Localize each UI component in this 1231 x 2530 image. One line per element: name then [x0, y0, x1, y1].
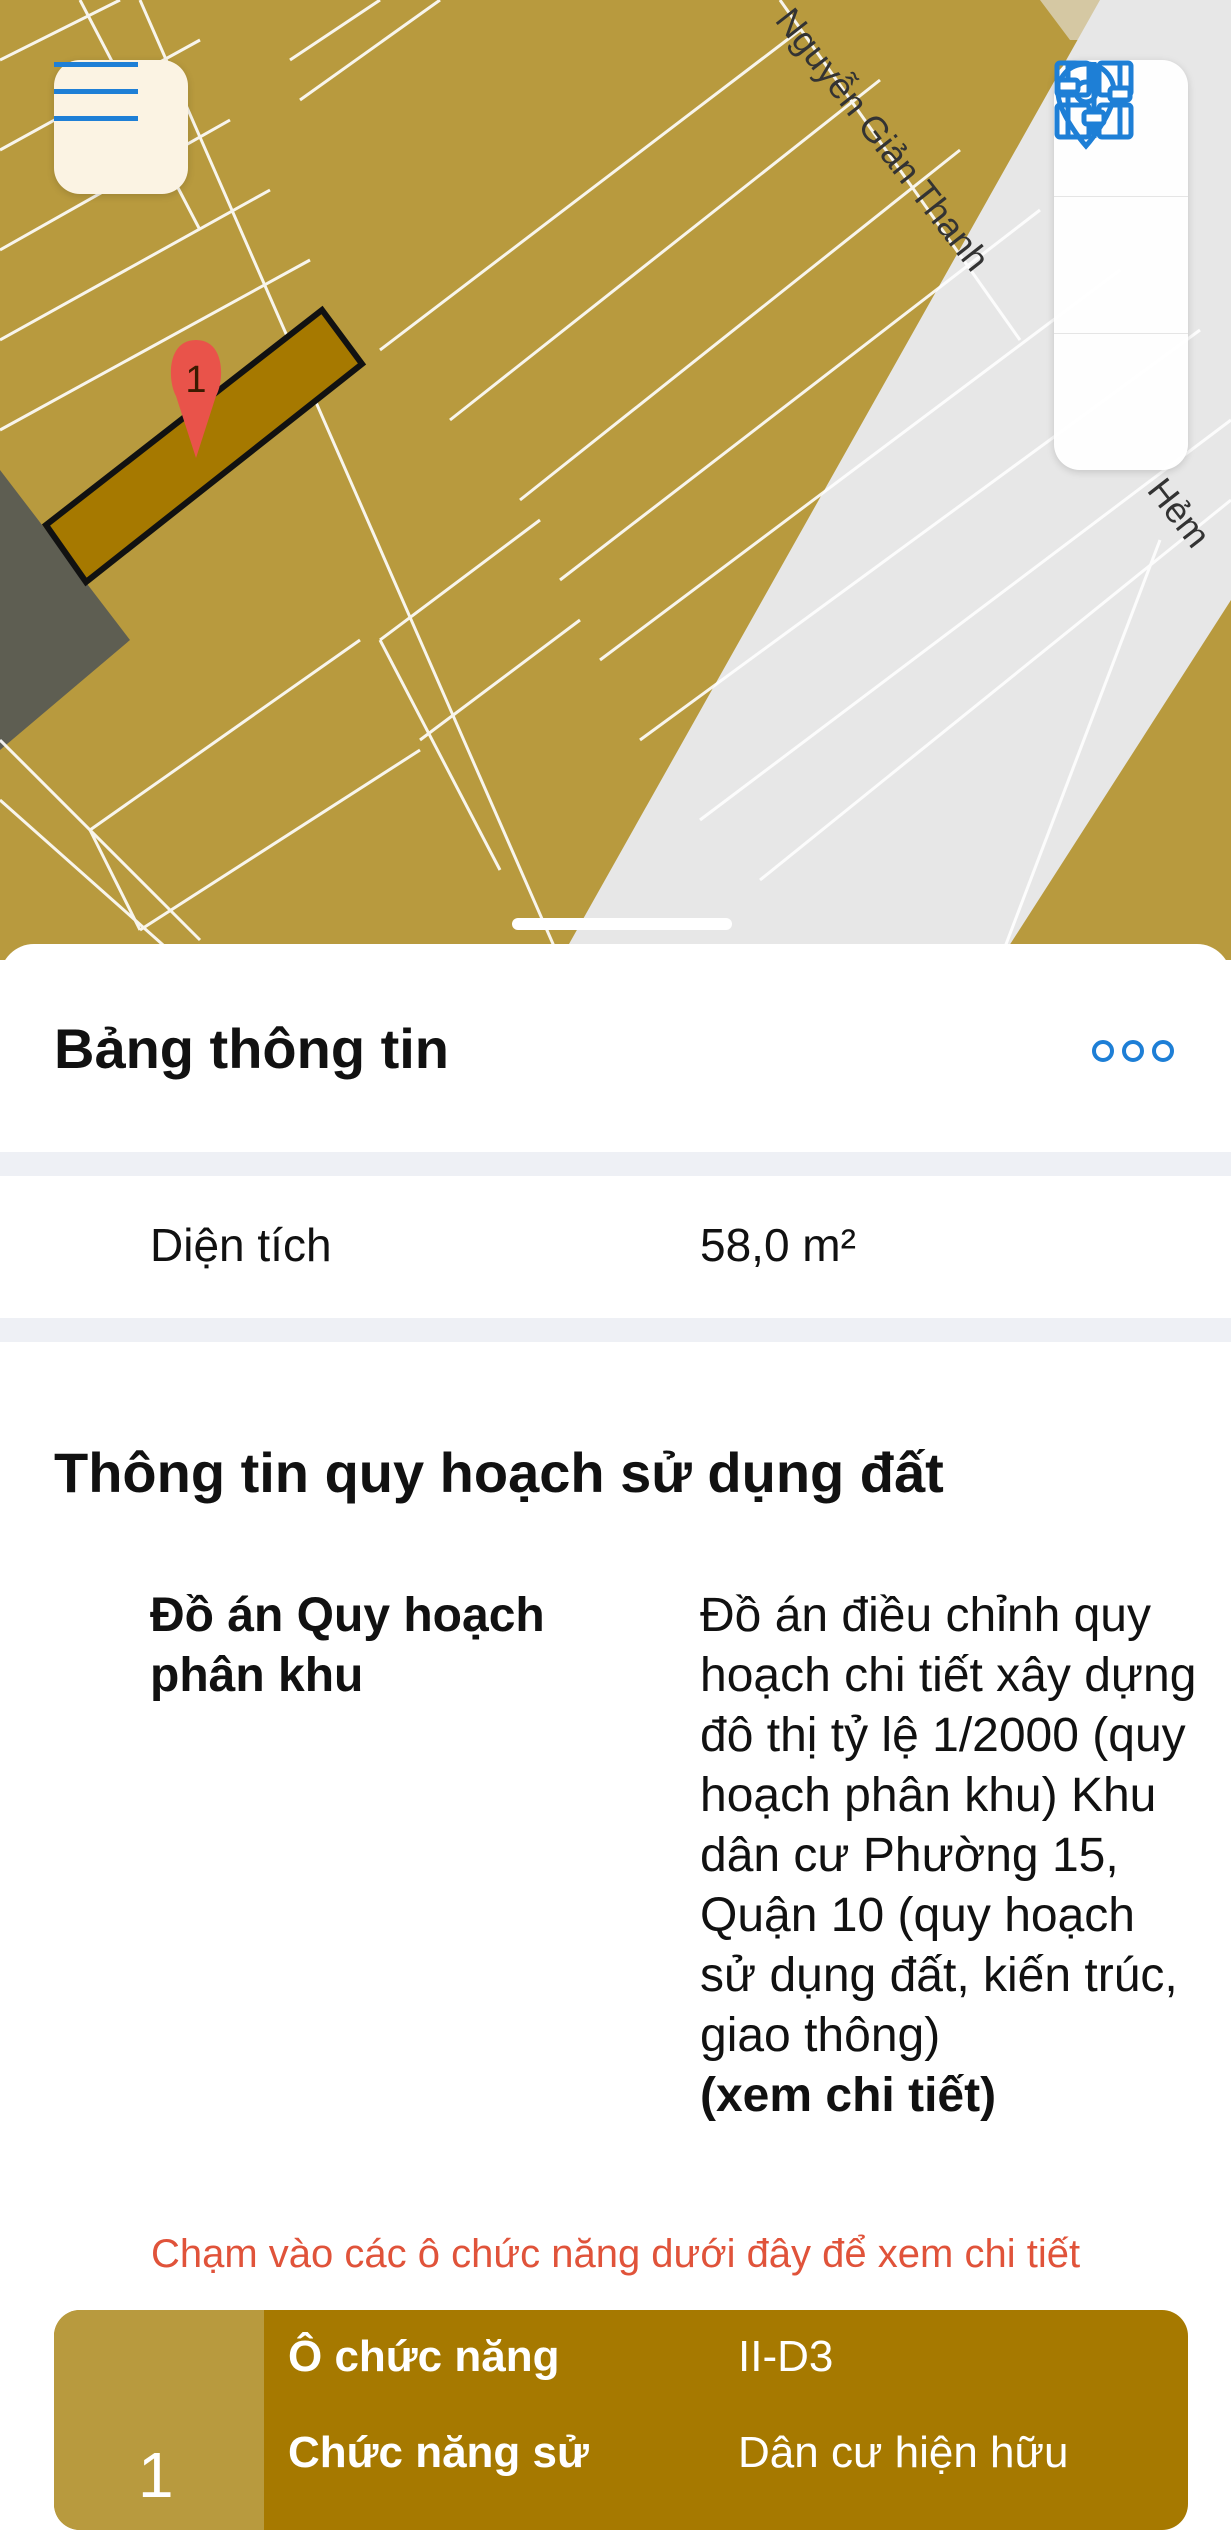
- divider: [0, 1318, 1231, 1342]
- planning-value: Đồ án điều chỉnh quy hoạch chi tiết xây …: [700, 1586, 1200, 2126]
- more-dot-icon: [1152, 1040, 1174, 1062]
- card-number-cell: 1: [54, 2310, 264, 2530]
- more-dot-icon: [1092, 1040, 1114, 1062]
- card-number: 1: [138, 2439, 174, 2511]
- filter-button[interactable]: [1054, 62, 1188, 470]
- menu-button[interactable]: [54, 60, 188, 194]
- hint-text: Chạm vào các ô chức năng dưới đây để xem…: [150, 2232, 1081, 2276]
- card-key-function-cell: Ô chức năng: [288, 2332, 560, 2381]
- card-value-land-use: Dân cư hiện hữu: [738, 2428, 1069, 2477]
- card-key-land-use: Chức năng sử: [288, 2428, 589, 2477]
- card-value-function-cell: II-D3: [738, 2332, 834, 2381]
- more-dot-icon: [1122, 1040, 1144, 1062]
- menu-icon: [54, 62, 138, 121]
- divider: [0, 1152, 1231, 1176]
- sheet-header: Bảng thông tin: [0, 944, 1231, 1152]
- planning-description: Đồ án điều chỉnh quy hoạch chi tiết xây …: [700, 1589, 1197, 2062]
- area-row: Diện tích 58,0 m²: [0, 1176, 1231, 1318]
- sheet-title: Bảng thông tin: [54, 1017, 450, 1080]
- sheet-grabber[interactable]: [512, 918, 732, 930]
- sliders-icon: [1055, 62, 1133, 138]
- marker-label: 1: [185, 359, 206, 401]
- area-label: Diện tích: [150, 1219, 332, 1271]
- map-tools: [1054, 60, 1188, 470]
- view-detail-link[interactable]: (xem chi tiết): [700, 2066, 1200, 2126]
- my-location-button[interactable]: [1054, 61, 1188, 334]
- area-value: 58,0 m²: [700, 1219, 856, 1271]
- map-view[interactable]: 1 Nguyễn Giản Thanh Hẻm: [0, 0, 1231, 960]
- planning-label: Đồ án Quy hoạch phân khu: [150, 1589, 545, 1702]
- planning-section-title: Thông tin quy hoạch sử dụng đất: [54, 1441, 944, 1504]
- more-options-button[interactable]: [1092, 1040, 1174, 1062]
- function-card[interactable]: 1 Ô chức năng II-D3 Chức năng sử Dân cư …: [54, 2310, 1188, 2530]
